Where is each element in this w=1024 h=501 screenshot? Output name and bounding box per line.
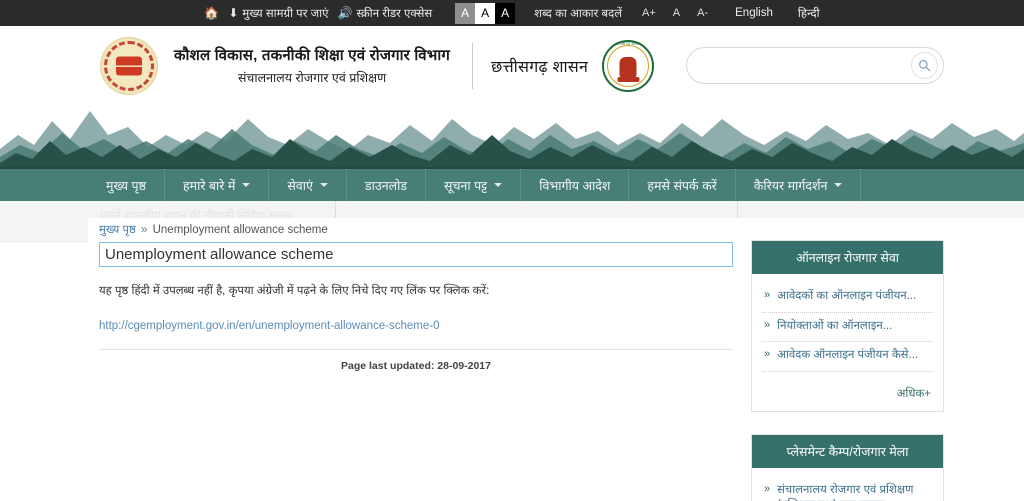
screen-reader-label: स्क्रीन रीडर एक्सेस [356,7,433,20]
nav-label: विभागीय आदेश [539,178,611,193]
main-content-area: मुख्य पृष्ठ » Unemployment allowance sch… [0,218,1024,501]
font-size-increase-button[interactable]: A+ [642,7,656,19]
header-search [686,47,944,84]
nav-label: डाउनलोड [364,178,408,193]
department-titles: कौशल विकास, तकनीकी शिक्षा एवं रोजगार विभ… [174,45,450,86]
page-title-field[interactable]: Unemployment allowance scheme [99,242,733,267]
search-button[interactable] [911,52,938,79]
state-government-name: छत्तीसगढ़ शासन [491,58,589,76]
nav-item-contact-us[interactable]: हमसे संपर्क करें [629,169,736,201]
left-gutter [0,218,88,243]
department-name-line1: कौशल विकास, तकनीकी शिक्षा एवं रोजगार विभ… [174,47,451,64]
chevron-down-icon [494,183,503,187]
screen-reader-access-link[interactable]: 🔊 स्क्रीन रीडर एक्सेस [337,6,432,21]
search-input[interactable] [703,58,911,73]
nav-label: हमसे संपर्क करें [647,178,717,193]
nav-item-services[interactable]: सेवाएं [269,169,347,201]
language-english-link[interactable]: English [735,7,773,19]
contrast-white-button[interactable]: A [475,2,496,24]
skip-to-content-label: मुख्य सामग्री पर जाएं [242,7,329,20]
breadcrumb-home-link[interactable]: मुख्य पृष्ठ [99,224,136,236]
sidebar-link-label: नियोक्ताओं का ऑनलाइन... [777,319,893,332]
home-icon[interactable]: 🏠 [204,7,219,19]
language-hindi-link[interactable]: हिन्दी [798,6,820,21]
department-seal-icon [100,36,158,95]
page-title: Unemployment allowance scheme [105,246,334,263]
search-icon [919,60,931,72]
panel-more-link[interactable]: अधिक+ [762,372,933,405]
chhattisgarh-government-emblem: छत्तीसगढ़ शासन [602,39,655,92]
breadcrumb-current: Unemployment allowance scheme [152,224,328,236]
sidebar-link-label: आवेदक ऑनलाइन पंजीयन कैसे... [777,349,919,362]
nav-item-home[interactable]: मुख्य पृष्ठ [88,169,165,201]
header-divider [472,42,474,89]
double-chevron-right-icon: » [764,318,771,331]
nav-item-departmental-orders[interactable]: विभागीय आदेश [521,169,630,201]
sidebar-link-directorate-training[interactable]: » संचालनालय रोजगार एवं प्रशिक्षण (प्रशिक… [762,477,933,501]
double-chevron-right-icon: » [764,348,771,361]
department-name-line2: संचालनालय रोजगार एवं प्रशिक्षण [237,71,387,85]
panel-placement-camp: प्लेसमेन्ट कैम्प/रोजगार मेला » संचालनालय… [751,433,944,501]
emblem-top-text: छत्तीसगढ़ शासन [616,41,641,46]
mountain-banner [0,105,1024,167]
panel-online-employment-service: ऑनलाइन रोजगार सेवा » आवेदकों का ऑनलाइन प… [751,240,944,412]
page-root: 🏠 ⬇ मुख्य सामग्री पर जाएं 🔊 स्क्रीन रीडर… [0,0,1024,501]
double-chevron-right-icon: » [764,289,771,301]
contrast-grey-button[interactable]: A [455,2,476,24]
lion-capital-icon [619,56,637,77]
double-chevron-right-icon: » [764,482,771,495]
sidebar-link-label: संचालनालय रोजगार एवं प्रशिक्षण (प्रशिक्ष… [777,483,914,501]
english-version-link[interactable]: http://cgemployment.gov.in/en/unemployme… [99,320,733,332]
speaker-icon: 🔊 [337,6,353,20]
contrast-black-button[interactable]: A [495,2,516,24]
down-arrow-icon: ⬇ [228,6,239,20]
font-size-decrease-button[interactable]: A- [697,7,708,19]
article-column: मुख्य पृष्ठ » Unemployment allowance sch… [99,222,733,372]
main-navigation: मुख्य पृष्ठ हमारे बारे में सेवाएं डाउनलो… [0,167,1024,201]
chevron-down-icon [242,183,251,187]
right-sidebar: ऑनलाइन रोजगार सेवा » आवेदकों का ऑनलाइन प… [751,240,944,501]
nav-label: कैरियर मार्गदर्शन [753,178,828,193]
sidebar-link-label: आवेदकों का ऑनलाइन पंजीयन... [777,290,917,302]
nav-item-career-guidance[interactable]: कैरियर मार्गदर्शन [736,169,862,201]
panel-title: ऑनलाइन रोजगार सेवा [752,241,943,274]
nav-label: मुख्य पृष्ठ [106,178,146,193]
site-header: कौशल विकास, तकनीकी शिक्षा एवं रोजगार विभ… [0,26,1024,105]
nav-label: सूचना पट्ट [444,178,488,193]
sidebar-link-how-to-register[interactable]: » आवेदक ऑनलाइन पंजीयन कैसे... [762,342,933,372]
chevron-down-icon [834,183,843,187]
sidebar-link-applicant-registration[interactable]: » आवेदकों का ऑनलाइन पंजीयन... [762,283,933,313]
font-size-label: शब्द का आकार बदलें [534,7,623,20]
breadcrumb: मुख्य पृष्ठ » Unemployment allowance sch… [99,222,733,237]
nav-item-notice-board[interactable]: सूचना पट्ट [426,169,522,201]
font-size-normal-button[interactable]: A [673,7,680,19]
skip-to-content-link[interactable]: ⬇ मुख्य सामग्री पर जाएं [228,6,328,21]
nav-label: हमारे बारे में [182,178,236,193]
last-updated-text: Page last updated: 28-09-2017 [341,360,491,372]
nav-label: सेवाएं [287,178,313,193]
contrast-switcher: A A A [455,2,516,24]
sidebar-link-employer-online[interactable]: » नियोक्ताओं का ऑनलाइन... [762,313,933,343]
nav-item-download[interactable]: डाउनलोड [347,169,427,201]
chevron-down-icon [319,183,328,187]
unavailable-notice: यह पृष्ठ हिंदी में उपलब्ध नहीं है, कृपया… [99,285,490,297]
panel-title: प्लेसमेन्ट कैम्प/रोजगार मेला [752,434,943,468]
accessibility-topbar: 🏠 ⬇ मुख्य सामग्री पर जाएं 🔊 स्क्रीन रीडर… [0,0,1024,26]
content-divider [99,349,733,350]
breadcrumb-separator: » [140,224,148,236]
nav-item-about-us[interactable]: हमारे बारे में [165,169,270,201]
